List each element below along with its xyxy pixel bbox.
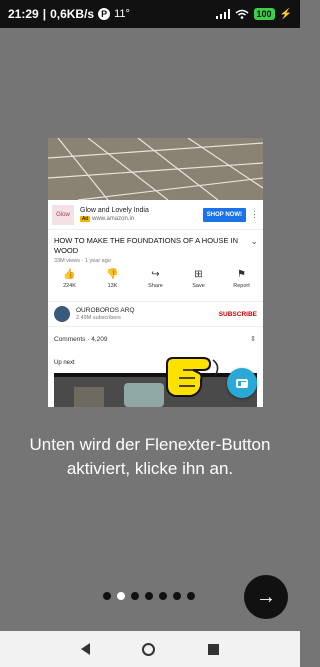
dislike-button[interactable]: 👎 13K (93, 269, 133, 295)
charging-icon: ⚡ (279, 8, 292, 20)
picture-in-picture-icon (236, 378, 248, 388)
ad-url: www.amazon.in (92, 216, 135, 222)
report-button[interactable]: ⚑ Report (222, 269, 262, 295)
youtube-screenshot-card: Glow Glow and Lovely India Ad www.amazon… (48, 138, 263, 407)
share-icon: ↪ (151, 269, 160, 280)
save-button[interactable]: ⊞ Save (179, 269, 219, 295)
like-button[interactable]: 👍 224K (50, 269, 90, 295)
page-dot (187, 592, 195, 600)
ad-title: Glow and Lovely India (80, 207, 149, 214)
next-button[interactable]: → (244, 575, 288, 619)
ad-badge: Ad (80, 216, 91, 222)
status-time: 21:29 (8, 7, 39, 21)
page-dot (131, 592, 139, 600)
up-next-label: Up next (54, 360, 75, 366)
wifi-icon (235, 9, 248, 19)
instruction-text: Unten wird der Flenexter-Button aktivier… (29, 435, 271, 478)
share-button[interactable]: ↪ Share (136, 269, 176, 295)
temperature: 11° (114, 8, 130, 20)
back-icon[interactable] (81, 643, 91, 655)
page-dot-active (117, 592, 125, 600)
shop-now-button[interactable]: SHOP NOW! (202, 207, 246, 222)
recent-apps-icon[interactable] (207, 643, 219, 655)
chevron-down-icon[interactable]: ⌄ (250, 236, 258, 247)
system-navigation-bar (0, 631, 300, 667)
advertiser-logo: Glow (52, 204, 74, 225)
comments-label[interactable]: Comments · 4,209 (54, 336, 107, 343)
signal-icon (215, 9, 230, 19)
channel-row[interactable]: OUROBOROS ARQ 2.49M subscribers SUBSCRIB… (48, 301, 263, 327)
page-dot (173, 592, 181, 600)
more-options-icon[interactable]: ⋮ (250, 210, 259, 219)
page-indicator (103, 592, 195, 600)
status-bar: 21:29 | 0,6KB/s P 11° 100 ⚡ (0, 0, 300, 28)
report-icon: ⚑ (237, 269, 246, 280)
subscribe-button[interactable]: SUBSCRIBE (219, 311, 257, 318)
thumbs-up-icon: 👍 (63, 269, 76, 280)
video-title: HOW TO MAKE THE FOUNDATIONS OF A HOUSE I… (54, 236, 239, 255)
ad-banner[interactable]: Glow Glow and Lovely India Ad www.amazon… (48, 200, 263, 230)
flenexter-button[interactable] (227, 368, 257, 398)
pointing-hand-icon (166, 357, 219, 397)
subscriber-count: 2.49M subscribers (76, 315, 121, 321)
video-meta: 33M views · 1 year ago (54, 258, 111, 264)
page-dot (103, 592, 111, 600)
channel-name: OUROBOROS ARQ (76, 307, 135, 314)
expand-comments-icon[interactable]: ⇕ (250, 335, 256, 343)
save-icon: ⊞ (194, 269, 203, 280)
page-dot (145, 592, 153, 600)
home-icon[interactable] (142, 642, 156, 656)
thumbs-down-icon: 👎 (106, 269, 119, 280)
page-dot (159, 592, 167, 600)
video-actions: 👍 224K 👎 13K ↪ Share ⊞ Save ⚑ Report (48, 269, 263, 295)
video-frame (48, 138, 263, 200)
app-notification-icon: P (98, 8, 111, 20)
battery-icon: 100 (253, 8, 275, 20)
network-speed: 0,6KB/s (50, 7, 95, 21)
channel-avatar[interactable] (54, 306, 70, 322)
arrow-right-icon: → (256, 585, 276, 608)
